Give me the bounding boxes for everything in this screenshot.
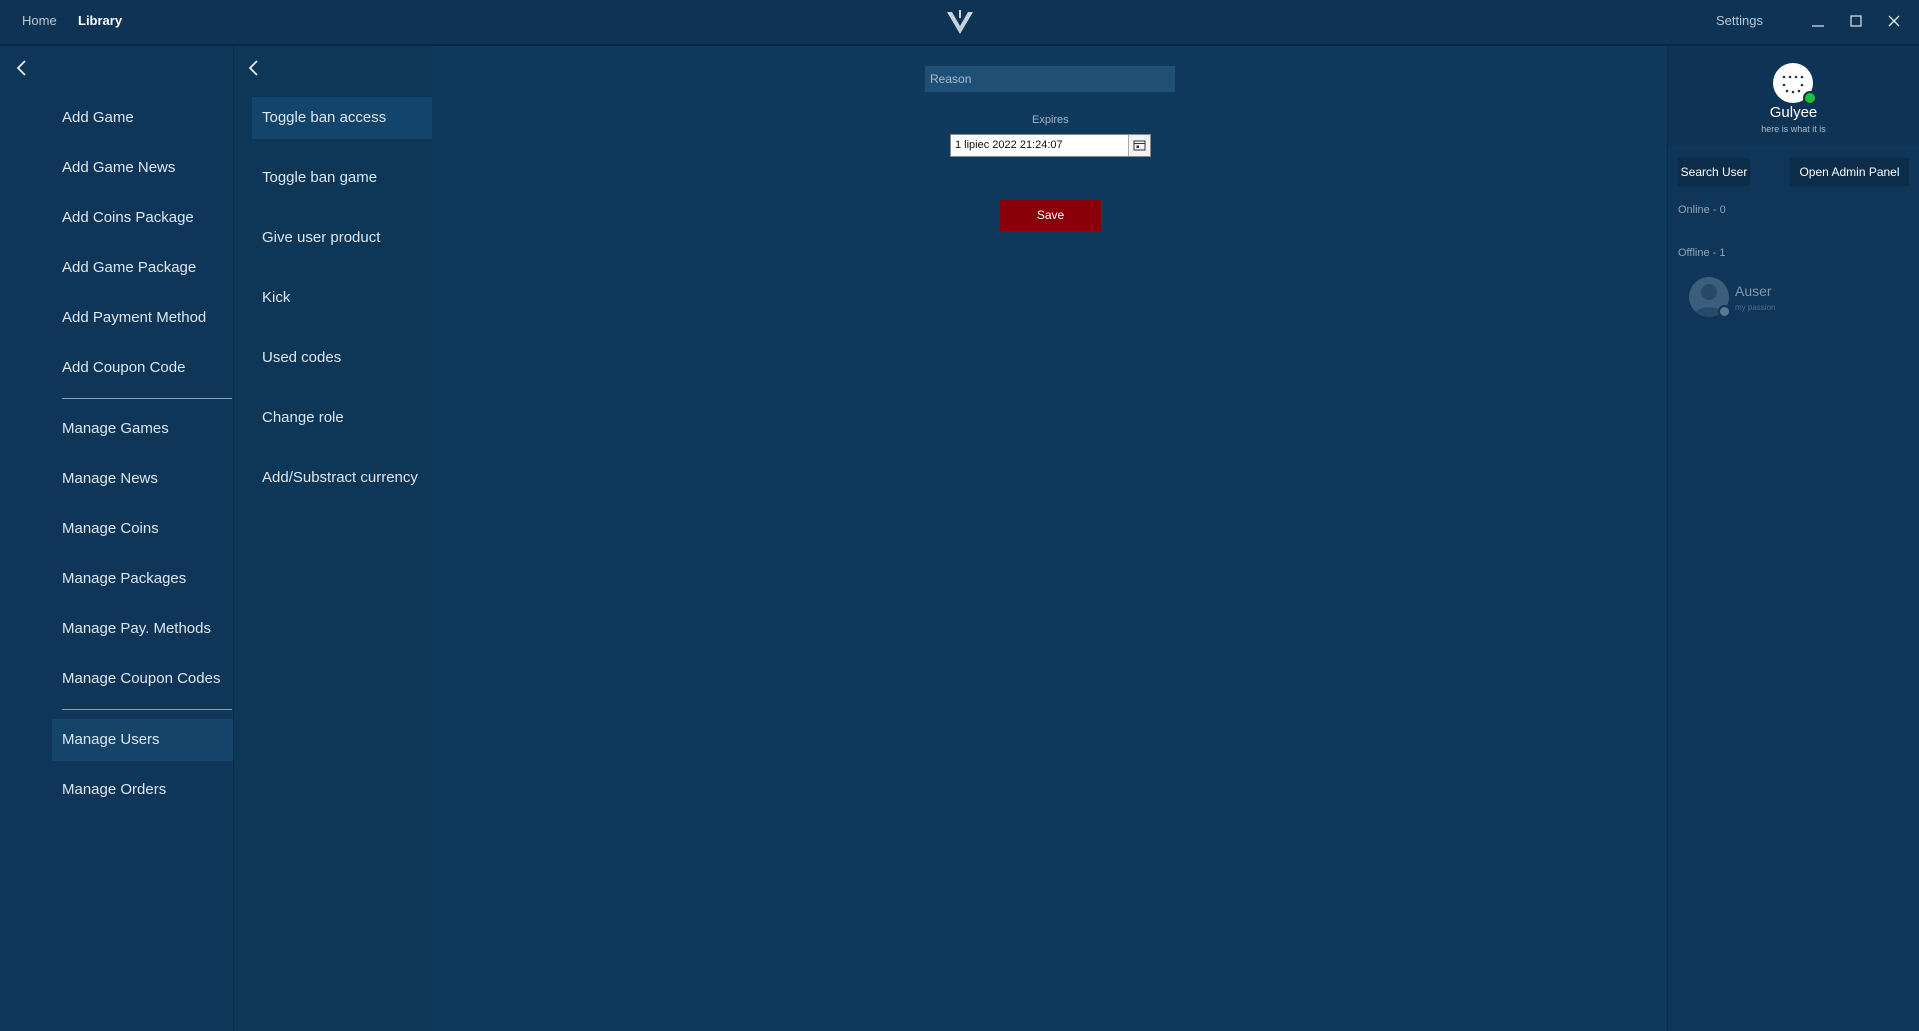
- sidebar-item-manage-games[interactable]: Manage Games: [52, 408, 233, 450]
- sidebar-item-manage-coupon-codes[interactable]: Manage Coupon Codes: [52, 658, 233, 700]
- action-item-kick[interactable]: Kick: [252, 277, 432, 319]
- open-admin-panel-button[interactable]: Open Admin Panel: [1790, 158, 1909, 186]
- sidebar-item-manage-users[interactable]: Manage Users: [52, 719, 233, 761]
- sidebar-item-add-coins-package[interactable]: Add Coins Package: [52, 197, 233, 239]
- maximize-icon[interactable]: [1844, 10, 1868, 32]
- online-status-dot: [1803, 91, 1817, 105]
- sidebar-item-manage-coins[interactable]: Manage Coins: [52, 508, 233, 550]
- action-item-give-user-product[interactable]: Give user product: [252, 217, 432, 259]
- minimize-icon[interactable]: [1806, 10, 1830, 32]
- expires-date-value[interactable]: 1 lipiec 2022 21:24:07: [955, 139, 1063, 151]
- save-button[interactable]: Save: [1000, 200, 1101, 231]
- action-item-used-codes[interactable]: Used codes: [252, 337, 432, 379]
- chevron-left-icon[interactable]: [244, 58, 264, 78]
- sidebar-divider: [62, 398, 232, 399]
- sidebar-divider: [62, 709, 232, 710]
- action-item-toggle-ban-game[interactable]: Toggle ban game: [252, 157, 432, 199]
- profile-status: here is what it is: [1761, 124, 1826, 134]
- sidebar-item-manage-orders[interactable]: Manage Orders: [52, 769, 233, 811]
- sidebar-item-add-payment-method[interactable]: Add Payment Method: [52, 297, 233, 339]
- expires-date-picker[interactable]: 1 lipiec 2022 21:24:07: [950, 134, 1151, 157]
- sidebar-item-add-game[interactable]: Add Game: [52, 97, 233, 139]
- action-item-change-role[interactable]: Change role: [252, 397, 432, 439]
- close-icon[interactable]: [1882, 10, 1906, 32]
- action-item-toggle-ban-access[interactable]: Toggle ban access: [252, 97, 432, 139]
- sidebar-item-manage-pay-methods[interactable]: Manage Pay. Methods: [52, 608, 233, 650]
- online-count-label: Online - 0: [1678, 204, 1726, 216]
- sidebar-item-add-game-package[interactable]: Add Game Package: [52, 247, 233, 289]
- sidebar-item-manage-packages[interactable]: Manage Packages: [52, 558, 233, 600]
- settings-link[interactable]: Settings: [1716, 13, 1763, 28]
- offline-status-dot: [1718, 305, 1731, 318]
- friends-panel: [1667, 46, 1919, 1031]
- sidebar-item-manage-news[interactable]: Manage News: [52, 458, 233, 500]
- nav-library[interactable]: Library: [78, 13, 122, 28]
- sidebar-item-add-game-news[interactable]: Add Game News: [52, 147, 233, 189]
- nav-home[interactable]: Home: [22, 13, 57, 28]
- offline-count-label: Offline - 1: [1678, 247, 1726, 259]
- app-logo-icon: [947, 10, 973, 34]
- expires-label: Expires: [1032, 114, 1069, 126]
- chevron-left-icon[interactable]: [12, 58, 32, 78]
- friend-status: my passion: [1735, 303, 1776, 312]
- sidebar-item-add-coupon-code[interactable]: Add Coupon Code: [52, 347, 233, 389]
- search-user-button[interactable]: Search User: [1678, 158, 1750, 186]
- friend-name[interactable]: Auser: [1735, 283, 1772, 299]
- reason-input[interactable]: [925, 66, 1175, 92]
- profile-name: Gulyee: [1769, 104, 1818, 121]
- calendar-icon[interactable]: [1128, 135, 1150, 156]
- action-item-add-substract-currency[interactable]: Add/Substract currency: [252, 457, 432, 499]
